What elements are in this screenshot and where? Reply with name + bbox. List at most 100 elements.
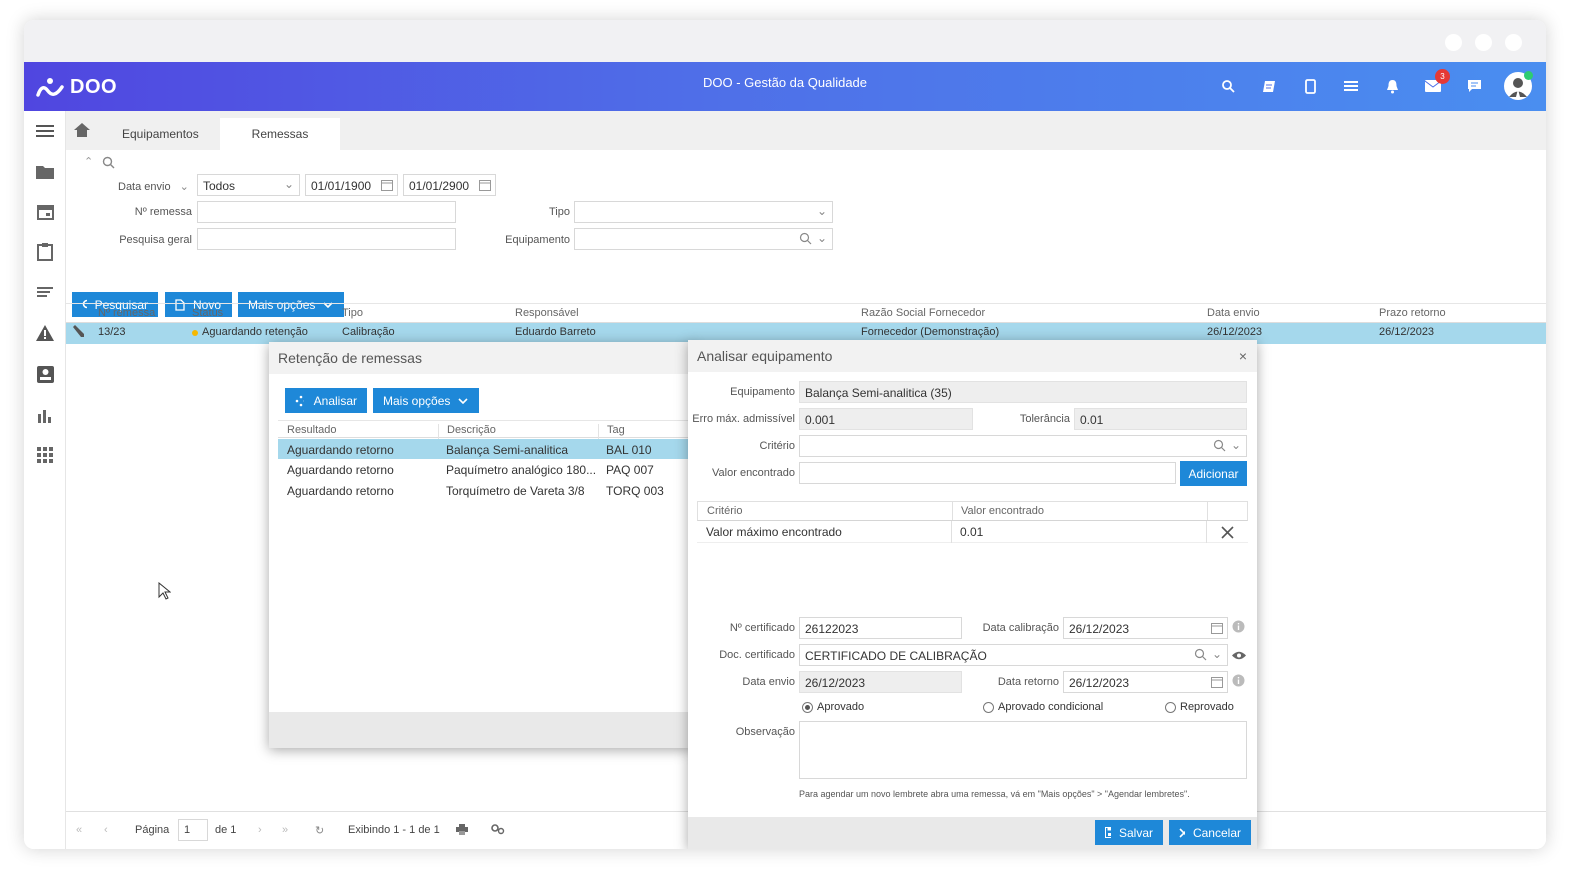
criterio-label: Critério [759, 440, 795, 452]
col-valor[interactable]: Valor encontrado [952, 502, 1052, 520]
tab-equipamentos[interactable]: Equipamentos [102, 118, 219, 150]
col-prazo-retorno[interactable]: Prazo retorno [1379, 307, 1446, 319]
home-icon[interactable] [74, 123, 90, 140]
close-icon[interactable]: × [1239, 348, 1247, 364]
pesquisa-input[interactable] [197, 228, 456, 250]
list-item[interactable]: Aguardando retorno Paquímetro analógico … [278, 459, 693, 479]
cell-remessa: 13/23 [98, 326, 126, 338]
criterio-select[interactable]: ⌄ [799, 435, 1247, 457]
chat-icon[interactable] [1463, 75, 1485, 97]
doc-value: CERTIFICADO DE CALIBRAÇÃO [805, 649, 987, 663]
equipamento-select[interactable]: ⌄ [574, 228, 833, 250]
lines-icon[interactable] [34, 281, 56, 303]
date-to-input[interactable]: 01/01/2900 [403, 174, 496, 196]
search-icon[interactable] [799, 232, 812, 248]
list-icon[interactable] [1340, 75, 1362, 97]
cell-tipo: Calibração [342, 326, 395, 338]
date-from-input[interactable]: 01/01/1900 [305, 174, 398, 196]
list-item[interactable]: Aguardando retorno Balança Semi-analitic… [278, 439, 693, 459]
observacao-textarea[interactable] [799, 721, 1247, 779]
window-dot[interactable] [1445, 34, 1462, 51]
date-to-value: 01/01/2900 [409, 179, 470, 193]
calendar-icon[interactable] [34, 200, 56, 222]
menu-icon[interactable] [34, 120, 56, 142]
radio-aprovado-label: Aprovado [817, 701, 865, 713]
search-icon[interactable] [1217, 75, 1239, 97]
salvar-button[interactable]: Salvar [1095, 820, 1163, 845]
valor-input[interactable] [799, 462, 1176, 484]
col-status[interactable]: Status [192, 307, 223, 319]
book-icon[interactable] [1258, 75, 1280, 97]
collapse-filter-icon[interactable]: ⌃ [84, 155, 93, 168]
cell-tag: PAQ 007 [606, 463, 654, 477]
radio-aprovado-condicional[interactable]: Aprovado condicional [983, 701, 1103, 713]
tab-remessas[interactable]: Remessas [220, 118, 340, 150]
col-tipo[interactable]: Tipo [342, 307, 363, 319]
list-item[interactable]: Aguardando retorno Torquímetro de Vareta… [278, 480, 693, 500]
next-page-icon[interactable]: › [258, 824, 262, 836]
col-remessa[interactable]: Nº remessa [98, 307, 155, 319]
date-from-value: 01/01/1900 [311, 179, 372, 193]
calendar-icon[interactable] [479, 179, 491, 194]
cell-criterio: Valor máximo encontrado [706, 525, 842, 539]
mail-icon[interactable]: 3 [1422, 69, 1450, 97]
analisar-button[interactable]: Analisar [285, 388, 367, 413]
refresh-icon[interactable]: ↻ [315, 824, 324, 837]
retencao-modal: Retenção de remessas Analisar Mais opçõe… [269, 342, 693, 748]
cell-responsavel: Eduardo Barreto [515, 326, 596, 338]
last-page-icon[interactable]: » [282, 824, 288, 836]
data-envio-select[interactable]: Todos ⌄ [197, 174, 300, 196]
tab-bar: Equipamentos Remessas [66, 111, 1546, 150]
doc-select[interactable]: CERTIFICADO DE CALIBRAÇÃO ⌄ [799, 644, 1228, 666]
calendar-icon[interactable] [381, 179, 393, 194]
edit-icon[interactable] [72, 325, 84, 340]
col-responsavel[interactable]: Responsável [515, 307, 579, 319]
clipboard-icon[interactable] [34, 240, 56, 262]
equipamento-label: Equipamento [730, 386, 795, 398]
info-icon[interactable] [1232, 620, 1245, 636]
data-calibracao-label: Data calibração [982, 622, 1059, 634]
eye-icon[interactable] [1232, 651, 1246, 663]
search-icon[interactable] [1213, 439, 1226, 455]
calendar-icon[interactable] [1211, 676, 1223, 691]
info-icon[interactable] [1232, 674, 1245, 690]
data-calibracao-input[interactable]: 26/12/2023 [1063, 617, 1228, 639]
col-fornecedor[interactable]: Razão Social Fornecedor [861, 307, 985, 319]
doc-label: Doc. certificado [719, 649, 795, 661]
app-window: DOO DOO - Gestão da Qualidade 3 Equipame… [24, 20, 1546, 849]
window-dot[interactable] [1475, 34, 1492, 51]
radio-reprovado[interactable]: Reprovado [1165, 701, 1234, 713]
col-criterio[interactable]: Critério [707, 505, 742, 517]
bell-icon[interactable] [1381, 75, 1403, 97]
avatar[interactable] [1504, 71, 1533, 100]
col-data-envio[interactable]: Data envio [1207, 307, 1260, 319]
observacao-label: Observação [735, 726, 795, 738]
certificado-label: Nº certificado [729, 622, 795, 634]
remessa-input[interactable] [197, 201, 456, 223]
first-page-icon[interactable]: « [76, 824, 82, 836]
settings-icon[interactable] [491, 824, 505, 838]
prev-page-icon[interactable]: ‹ [104, 824, 108, 836]
chart-icon[interactable] [34, 404, 56, 426]
radio-aprovado[interactable]: Aprovado [802, 701, 864, 713]
page-input[interactable]: 1 [178, 819, 208, 841]
folder-icon[interactable] [34, 160, 56, 182]
print-icon[interactable] [456, 824, 468, 838]
warning-icon[interactable] [34, 322, 56, 344]
delete-row-icon[interactable] [1206, 521, 1248, 543]
certificado-input[interactable]: 26122023 [799, 617, 962, 639]
retencao-footer [269, 712, 693, 748]
window-dot[interactable] [1505, 34, 1522, 51]
mobile-icon[interactable] [1299, 75, 1321, 97]
cancelar-button[interactable]: Cancelar [1169, 820, 1251, 845]
contact-icon[interactable] [34, 363, 56, 385]
table-row[interactable]: Valor máximo encontrado 0.01 [697, 521, 1248, 543]
retencao-mais-opcoes-button[interactable]: Mais opções [373, 388, 479, 413]
calendar-icon[interactable] [1211, 622, 1223, 637]
apps-icon[interactable] [34, 444, 56, 466]
data-retorno-input[interactable]: 26/12/2023 [1063, 671, 1228, 693]
adicionar-button[interactable]: Adicionar [1180, 461, 1247, 486]
tipo-select[interactable]: ⌄ [574, 201, 833, 223]
search-icon[interactable] [1194, 648, 1207, 664]
col-resultado[interactable]: Resultado [287, 424, 337, 436]
